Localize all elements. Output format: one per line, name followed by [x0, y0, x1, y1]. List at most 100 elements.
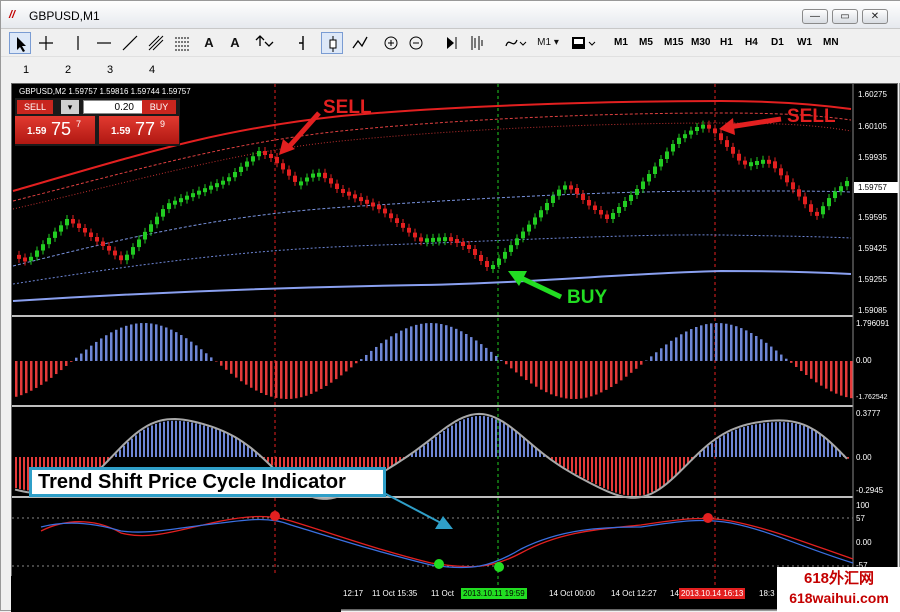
histogram-bar-positive — [765, 343, 768, 361]
histogram-bar-negative — [240, 361, 243, 381]
histogram-bar-negative — [355, 361, 358, 363]
candle-body — [545, 203, 549, 210]
cycle-bar-positive — [135, 435, 137, 457]
cycle-bar-positive — [823, 437, 825, 457]
cycle-bar-positive — [459, 421, 461, 457]
histogram-bar-positive — [80, 354, 83, 361]
cycle-bar-positive — [739, 428, 741, 457]
price-label: 1.59595 — [858, 213, 887, 222]
cycle-bar-negative — [571, 457, 573, 472]
candle-body — [221, 181, 225, 185]
lots-decrease-button[interactable]: ▾ — [61, 100, 79, 114]
sell-dot — [270, 511, 280, 521]
candle-body — [503, 252, 507, 259]
candle-body — [59, 225, 63, 231]
cycle-bar-negative — [603, 457, 605, 488]
candle-body — [827, 198, 831, 206]
histogram-bar-negative — [510, 361, 513, 368]
cycle-bar-negative — [575, 457, 577, 474]
watermark-line2: 618waihui.com — [777, 589, 900, 607]
histogram-bar-negative — [335, 361, 338, 379]
histogram-bar-positive — [375, 347, 378, 361]
candle-body — [119, 255, 123, 260]
cycle-bar-positive — [423, 446, 425, 457]
lots-input[interactable]: 0.20 — [83, 100, 147, 114]
histogram-bar-negative — [545, 361, 548, 392]
histogram-bar-negative — [270, 361, 273, 397]
candle-body — [305, 178, 309, 182]
buy-button[interactable]: BUY — [142, 100, 176, 114]
buy-quote-button[interactable]: 1.59 77 9 — [99, 116, 179, 144]
cycle-bar-positive — [771, 422, 773, 457]
histogram-bar-positive — [165, 327, 168, 361]
time-axis-mask — [11, 576, 341, 612]
candle-body — [701, 125, 705, 129]
histogram-bar-negative — [570, 361, 573, 399]
price-label: 1.60275 — [858, 90, 887, 99]
cycle-bar-positive — [155, 424, 157, 457]
histogram-bar-negative — [820, 361, 823, 386]
candle-body — [689, 131, 693, 135]
cycle-zero-label: 0.00 — [856, 453, 872, 462]
cycle-bar-positive — [219, 431, 221, 457]
histogram-bar-positive — [410, 326, 413, 361]
histogram-bar-positive — [385, 340, 388, 361]
histogram-bar-negative — [310, 361, 313, 394]
candle-body — [557, 190, 561, 196]
cycle-bar-negative — [15, 457, 17, 488]
candle-body — [833, 191, 837, 198]
histogram-bar-negative — [235, 361, 238, 378]
cycle-max-label: 0.3777 — [856, 409, 880, 418]
histogram-bar-negative — [610, 361, 613, 387]
histogram-bar-positive — [85, 350, 88, 361]
cycle-bar-positive — [447, 428, 449, 457]
sell-button[interactable]: SELL — [17, 100, 53, 114]
histogram-bar-negative — [605, 361, 608, 390]
candle-body — [167, 203, 171, 209]
cycle-bar-positive — [167, 421, 169, 457]
histogram-bar-negative — [245, 361, 248, 385]
sell-time-highlight: 2013.10.14 16:13 — [679, 588, 745, 599]
symbol-info: GBPUSD,M2 1.59757 1.59816 1.59744 1.5975… — [19, 87, 191, 96]
cycle-bar-negative — [619, 457, 621, 494]
histogram-bar-negative — [290, 361, 293, 399]
candle-body — [695, 127, 699, 131]
candle-body — [383, 209, 387, 214]
histogram-bar-positive — [690, 329, 693, 361]
price-label: 1.59255 — [858, 275, 887, 284]
histogram-bar-positive — [135, 324, 138, 361]
histogram-bar-negative — [15, 361, 18, 397]
candle-body — [125, 255, 129, 261]
candle-body — [629, 195, 633, 201]
histogram-bar-positive — [190, 342, 193, 361]
histogram-bar-positive — [745, 330, 748, 361]
histogram-bar-negative — [40, 361, 43, 385]
candle-body — [419, 237, 423, 241]
histogram-bar-negative — [560, 361, 563, 398]
candle-body — [77, 224, 81, 229]
histogram-bar-negative — [35, 361, 38, 388]
candle-body — [653, 167, 657, 175]
time-label: 14 — [670, 589, 679, 598]
cycle-bar-negative — [647, 457, 649, 494]
histogram-bar-negative — [525, 361, 528, 380]
time-label: 11 Oct — [431, 589, 454, 598]
cycle-bar-positive — [151, 425, 153, 457]
cycle-bar-positive — [507, 426, 509, 457]
candle-body — [359, 197, 363, 201]
candle-body — [587, 200, 591, 206]
sell-quote-button[interactable]: 1.59 75 7 — [15, 116, 95, 144]
cycle-bar-negative — [635, 457, 637, 496]
candle-body — [635, 189, 639, 195]
cycle-bar-positive — [779, 422, 781, 457]
histogram-bar-negative — [565, 361, 568, 398]
candle-body — [323, 173, 327, 178]
candle-body — [539, 210, 543, 217]
cycle-bar-negative — [671, 457, 673, 479]
cycle-bar-negative — [655, 457, 657, 490]
histogram-bar-negative — [810, 361, 813, 379]
cycle-bar-positive — [511, 429, 513, 457]
candle-body — [533, 217, 537, 224]
cycle-bar-negative — [659, 457, 661, 488]
histogram-bar-negative — [60, 361, 63, 370]
